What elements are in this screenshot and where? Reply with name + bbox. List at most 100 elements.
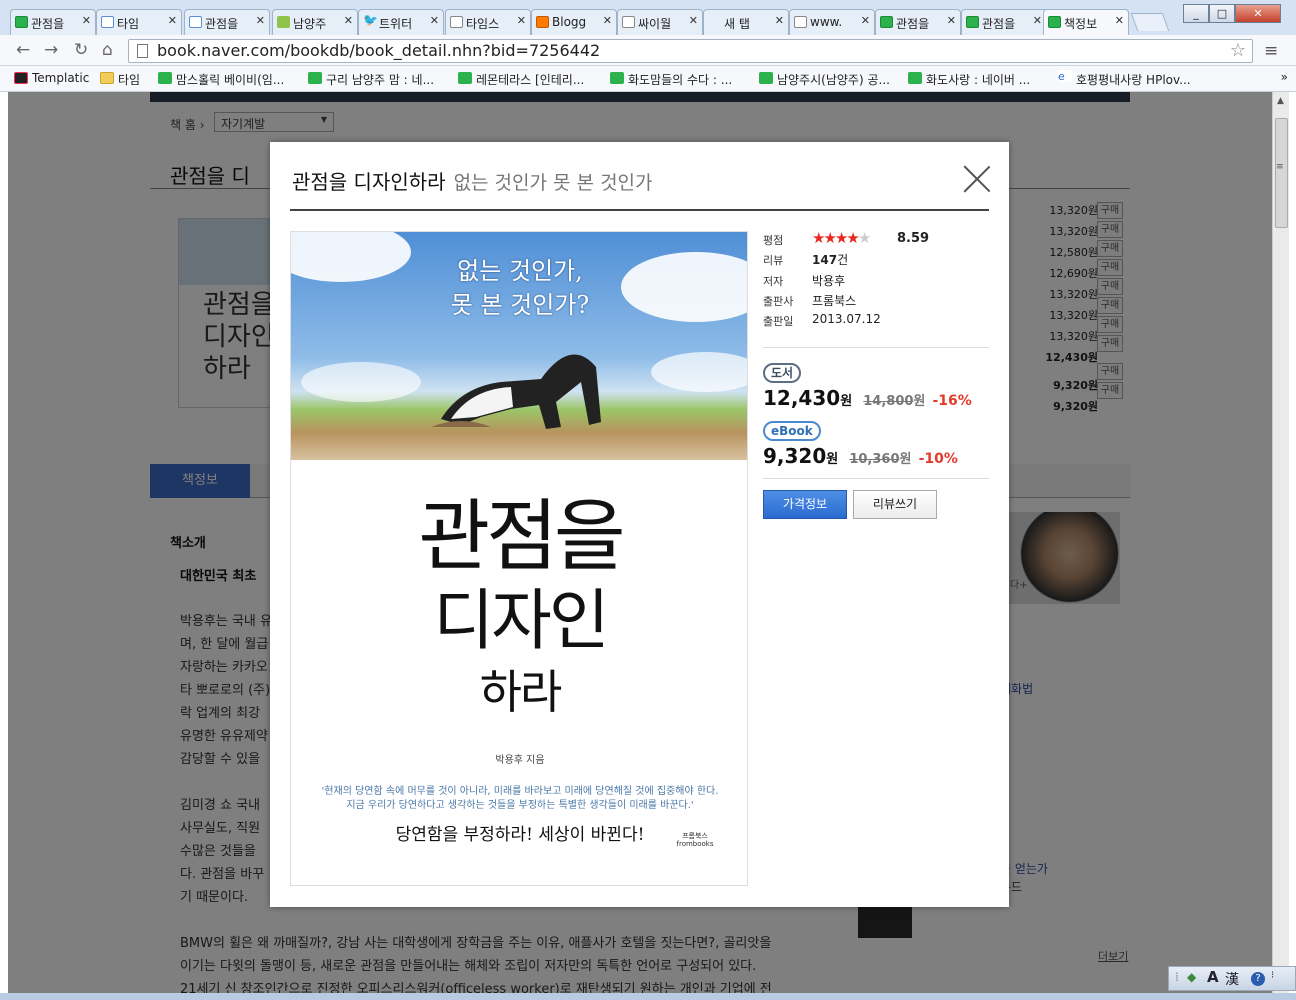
browser-tab[interactable]: 타임스 ✕: [445, 9, 531, 35]
close-tab-icon[interactable]: ✕: [168, 14, 177, 27]
naver-favicon-icon: [15, 16, 28, 28]
browser-tab[interactable]: 새 탭 ✕: [703, 9, 789, 35]
bookmark-item[interactable]: Templatic: [14, 71, 89, 85]
cover-author: 박용후 지음: [495, 755, 545, 766]
bookmark-item[interactable]: 타임: [100, 71, 140, 88]
author-name[interactable]: 박용후: [812, 272, 845, 289]
bookmark-item[interactable]: 화도사랑 : 네이버 ...: [908, 71, 1030, 88]
close-tab-icon[interactable]: ✕: [775, 14, 784, 27]
windows-taskbar: [0, 993, 1296, 1000]
ime-toolbar: ⁞ ◆ A 漢 ? ⁝: [1168, 966, 1296, 991]
modal-divider: [290, 209, 989, 211]
vertical-scrollbar[interactable]: ▲ ≡: [1272, 92, 1289, 1000]
blog-favicon-icon: [536, 16, 549, 28]
url-text: book.naver.com/bookdb/book_detail.nhn?bi…: [157, 41, 601, 60]
ime-icon[interactable]: ◆: [1187, 970, 1196, 984]
cover-quote: '현재의 당연함 속에 머무를 것이 아니라, 미래를 바라보고 미래에 당연해…: [321, 786, 719, 811]
close-window-button[interactable]: ✕: [1235, 4, 1281, 23]
tab-label: 새 탭: [724, 17, 750, 31]
browser-tab[interactable]: 관점을 ✕: [184, 9, 270, 35]
book-badge: 도서: [763, 363, 802, 383]
favicon-icon: [458, 72, 472, 84]
close-tab-icon[interactable]: ✕: [861, 14, 870, 27]
tab-label: 책정보: [1064, 17, 1098, 31]
ebook-original-price: 10,360: [849, 452, 900, 467]
tray-options-icon[interactable]: ⁝: [1271, 970, 1274, 981]
favicon-icon: [759, 72, 773, 84]
tab-label: www.: [810, 15, 843, 29]
close-icon[interactable]: [962, 164, 992, 194]
browser-tab[interactable]: Blogg ✕: [531, 9, 617, 35]
tab-label: 타임스: [466, 17, 500, 31]
grip-icon: ⁞: [1175, 970, 1179, 984]
cover-publisher-logo: 프롬북스 frombooks: [676, 832, 714, 848]
book-preview-modal: 관점을 디자인하라 없는 것인가 못 본 것인가 없는 것인가, 못 본 것인가?…: [270, 142, 1009, 907]
tab-label: Blogg: [552, 15, 587, 29]
scrollbar-thumb[interactable]: [1275, 118, 1288, 228]
minimize-button[interactable]: _: [1183, 4, 1209, 23]
price-info-button[interactable]: 가격정보: [763, 490, 847, 519]
review-count[interactable]: 147: [812, 253, 837, 267]
bookmark-item[interactable]: 맘스홀릭 베이비(임...: [158, 71, 284, 88]
bookmarks-more-button[interactable]: »: [1281, 70, 1288, 84]
scroll-up-icon[interactable]: ▲: [1277, 96, 1284, 106]
write-review-button[interactable]: 리뷰쓰기: [853, 490, 937, 519]
close-tab-icon[interactable]: ✕: [1115, 14, 1124, 27]
browser-tab[interactable]: 싸이월 ✕: [617, 9, 703, 35]
tw-favicon-icon: 🐦: [363, 13, 378, 27]
page-icon: [137, 44, 148, 58]
browser-tab[interactable]: 책정보 ✕: [1043, 9, 1129, 36]
menu-icon[interactable]: ≡: [1264, 41, 1278, 61]
bookmark-item[interactable]: 레몬테라스 [인테리...: [458, 71, 584, 88]
reload-icon[interactable]: ↻: [74, 40, 88, 60]
address-bar[interactable]: book.naver.com/bookdb/book_detail.nhn?bi…: [128, 39, 1253, 63]
close-tab-icon[interactable]: ✕: [82, 14, 91, 27]
bookmark-star-icon[interactable]: ☆: [1230, 40, 1246, 61]
info-divider: [763, 347, 989, 348]
browser-tab[interactable]: www. ✕: [789, 9, 875, 35]
bookmark-item[interactable]: e 호평평내사랑 HPlov...: [1058, 70, 1191, 88]
close-tab-icon[interactable]: ✕: [517, 14, 526, 27]
bookmarks-bar: Templatic 타임 맘스홀릭 베이비(임... 구리 남양주 맘 : 네... 레…: [0, 66, 1296, 92]
close-tab-icon[interactable]: ✕: [344, 14, 353, 27]
bookmark-item[interactable]: 화도맘들의 수다 : ...: [610, 71, 732, 88]
ebook-price-row: 9,320원 10,360원 -10%: [763, 444, 958, 468]
ime-mode-a[interactable]: A: [1207, 968, 1219, 986]
new-tab-button[interactable]: [1130, 13, 1170, 31]
publisher-name[interactable]: 프롬북스: [812, 292, 856, 309]
price-divider: [763, 478, 989, 479]
book-cover-large: 없는 것인가, 못 본 것인가? 관점을 디자인 하라 박용후 지음 '현재의 …: [290, 231, 748, 886]
ime-hanja[interactable]: 漢: [1225, 969, 1239, 989]
favicon-icon: [158, 72, 172, 84]
close-tab-icon[interactable]: ✕: [256, 14, 265, 27]
bookmark-item[interactable]: 구리 남양주 맘 : 네...: [308, 71, 434, 88]
close-tab-icon[interactable]: ✕: [1033, 14, 1042, 27]
back-icon[interactable]: ←: [16, 40, 30, 60]
tab-label: 관점을: [982, 17, 1016, 31]
home-icon[interactable]: ⌂: [102, 40, 113, 60]
close-tab-icon[interactable]: ✕: [430, 14, 439, 27]
browser-tab[interactable]: 타임 ✕: [96, 9, 182, 35]
close-tab-icon[interactable]: ✕: [603, 14, 612, 27]
browser-tab[interactable]: 관점을 ✕: [961, 9, 1047, 35]
close-tab-icon[interactable]: ✕: [947, 14, 956, 27]
folder-icon: [100, 72, 114, 84]
doc-favicon-icon: [450, 16, 463, 28]
naver-favicon-icon: [880, 16, 893, 28]
tab-label: 타임: [117, 17, 140, 31]
cover-subtitle: 없는 것인가, 못 본 것인가?: [450, 257, 590, 319]
browser-tab[interactable]: 관점을 ✕: [10, 9, 96, 35]
tab-label: 관점을: [31, 17, 65, 31]
browser-tab[interactable]: 관점을 ✕: [875, 9, 961, 35]
favicon-icon: [308, 72, 322, 84]
help-icon[interactable]: ?: [1251, 972, 1265, 986]
forward-icon[interactable]: →: [44, 40, 58, 60]
bookmark-item[interactable]: 남양주시(남양주) 공...: [759, 71, 890, 88]
browser-tab[interactable]: 남양주 ✕: [272, 9, 358, 35]
maximize-button[interactable]: □: [1209, 4, 1235, 23]
daum-favicon-icon: [189, 16, 202, 28]
tab-label: 트위터: [379, 17, 413, 31]
close-tab-icon[interactable]: ✕: [689, 14, 698, 27]
browser-tab[interactable]: 🐦 트위터 ✕: [358, 9, 444, 35]
rating-score: 8.59: [897, 231, 930, 246]
